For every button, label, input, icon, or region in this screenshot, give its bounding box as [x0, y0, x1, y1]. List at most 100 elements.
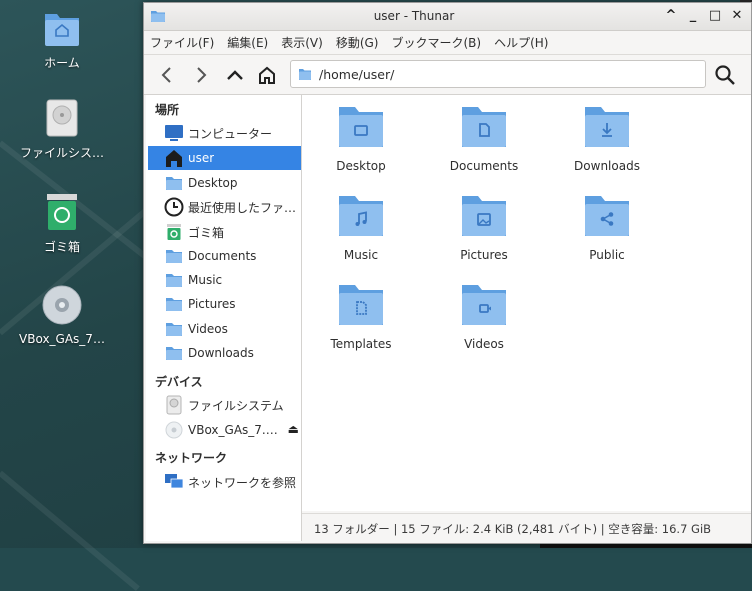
computer-icon	[165, 125, 183, 141]
sidebar-item-desktop[interactable]: Desktop	[148, 171, 301, 195]
folder-icon	[166, 250, 182, 263]
folder-icon	[166, 347, 182, 360]
minimize-button[interactable]: _	[685, 7, 701, 25]
sidebar-item-videos[interactable]: Videos	[148, 317, 301, 341]
up-arrow-icon	[227, 70, 243, 80]
folder-icon	[166, 298, 182, 311]
desktop-icon-filesystem[interactable]: ファイルシス…	[2, 98, 122, 161]
sidebar-item-vbox-disc[interactable]: VBox_GAs_7.1.… ⏏	[148, 418, 301, 442]
sidebar-item-user[interactable]: user	[148, 146, 301, 170]
toolbar: /home/user/	[144, 56, 751, 95]
file-item-downloads[interactable]: Downloads	[552, 103, 662, 173]
documents-folder-icon	[462, 107, 506, 147]
menu-file[interactable]: ファイル(F)	[150, 32, 214, 53]
eject-icon[interactable]: ⏏	[288, 422, 299, 436]
drive-icon	[46, 99, 78, 137]
optical-disc-icon	[165, 421, 183, 439]
home-folder-icon	[45, 14, 79, 46]
forward-button[interactable]	[188, 62, 214, 88]
file-item-desktop[interactable]: Desktop	[306, 103, 416, 173]
desktop-icon-home[interactable]: ホーム	[2, 8, 122, 71]
sidebar-item-label: Music	[188, 273, 223, 287]
file-name: Desktop	[336, 159, 386, 173]
search-icon	[715, 65, 735, 85]
sidebar-item-label: コンピューター	[188, 126, 273, 141]
sidebar-item-computer[interactable]: コンピューター	[148, 121, 301, 145]
desktop-icon-trash[interactable]: ゴミ箱	[2, 192, 122, 255]
templates-folder-icon	[339, 285, 383, 325]
file-item-templates[interactable]: Templates	[306, 281, 416, 351]
public-folder-icon	[585, 196, 629, 236]
sidebar-item-label: VBox_GAs_7.1.…	[188, 423, 284, 437]
file-name: Music	[343, 248, 379, 262]
desktop-icon-label: ホーム	[44, 56, 80, 70]
sidebar-item-downloads[interactable]: Downloads	[148, 341, 301, 365]
menu-bar: ファイル(F) 編集(E) 表示(V) 移動(G) ブックマーク(B) ヘルプ(…	[144, 31, 751, 55]
file-name: Videos	[464, 337, 504, 351]
status-bar: 13 フォルダー | 15 ファイル: 2.4 KiB (2,481 バイト) …	[302, 513, 751, 542]
maximize-button[interactable]: □	[707, 7, 723, 25]
menu-view[interactable]: 表示(V)	[281, 32, 323, 53]
file-name: Public	[589, 248, 625, 262]
file-item-public[interactable]: Public	[552, 192, 662, 262]
sidebar-item-label: ファイルシステム	[188, 398, 284, 413]
desktop-folder-icon	[339, 107, 383, 147]
trash-icon	[167, 224, 181, 240]
file-view: Desktop Documents Downloads Music Pictur…	[302, 95, 751, 511]
up-button[interactable]	[222, 62, 248, 88]
drive-icon	[166, 395, 182, 415]
sidebar-item-trash[interactable]: ゴミ箱	[148, 220, 301, 244]
location-path: /home/user/	[319, 67, 395, 82]
sidebar-item-label: Pictures	[188, 297, 236, 311]
desktop-icon-label: ファイルシス…	[19, 146, 104, 160]
file-name: Templates	[330, 337, 392, 351]
close-button[interactable]: ✕	[729, 7, 745, 25]
devices-heading: デバイス	[155, 375, 203, 389]
pictures-folder-icon	[462, 196, 506, 236]
menu-bookmarks[interactable]: ブックマーク(B)	[391, 32, 481, 53]
folder-icon	[166, 274, 182, 287]
folder-icon	[166, 323, 182, 336]
file-item-pictures[interactable]: Pictures	[429, 192, 539, 262]
sidebar-item-label: ネットワークを参照	[188, 475, 297, 490]
sidebar-item-label: Downloads	[188, 346, 254, 360]
file-item-music[interactable]: Music	[306, 192, 416, 262]
title-bar[interactable]: user - Thunar ^ _ □ ✕	[144, 3, 751, 31]
folder-icon	[166, 177, 182, 190]
desktop-icon-vbox-disc[interactable]: VBox_GAs_7…	[2, 284, 122, 346]
sidebar-item-label: Documents	[188, 249, 257, 263]
menu-go[interactable]: 移動(G)	[336, 32, 379, 53]
sidebar-item-label: user	[188, 151, 215, 165]
back-arrow-icon	[161, 67, 171, 83]
home-folder-icon	[299, 69, 311, 80]
places-heading: 場所	[155, 103, 180, 117]
sidebar-item-music[interactable]: Music	[148, 268, 301, 292]
search-button[interactable]	[712, 62, 738, 88]
home-button[interactable]	[254, 62, 280, 88]
sidebar-item-pictures[interactable]: Pictures	[148, 292, 301, 316]
sidebar-item-documents[interactable]: Documents	[148, 244, 301, 268]
file-item-documents[interactable]: Documents	[429, 103, 539, 173]
file-manager-window: user - Thunar ^ _ □ ✕ ファイル(F) 編集(E) 表示(V…	[143, 2, 752, 544]
shade-button[interactable]: ^	[663, 7, 679, 25]
sidebar-item-label: Desktop	[188, 176, 238, 190]
clock-icon	[164, 197, 184, 217]
sidebar-item-filesystem[interactable]: ファイルシステム	[148, 393, 301, 417]
home-icon	[259, 66, 275, 84]
menu-edit[interactable]: 編集(E)	[227, 32, 268, 53]
file-name: Documents	[449, 159, 519, 173]
optical-disc-icon	[42, 285, 82, 325]
window-title: user - Thunar	[373, 9, 455, 23]
downloads-folder-icon	[585, 107, 629, 147]
menu-help[interactable]: ヘルプ(H)	[494, 32, 548, 53]
desktop-icon-label: ゴミ箱	[43, 240, 80, 254]
sidebar-item-network[interactable]: ネットワークを参照	[148, 470, 301, 494]
sidebar-item-recent[interactable]: 最近使用したファ…	[148, 195, 301, 219]
back-button[interactable]	[154, 62, 180, 88]
network-icon	[165, 474, 184, 489]
desktop-icon-label: VBox_GAs_7…	[19, 332, 105, 346]
location-bar[interactable]: /home/user/	[290, 60, 706, 88]
music-folder-icon	[339, 196, 383, 236]
file-item-videos[interactable]: Videos	[429, 281, 539, 351]
videos-folder-icon	[462, 285, 506, 325]
